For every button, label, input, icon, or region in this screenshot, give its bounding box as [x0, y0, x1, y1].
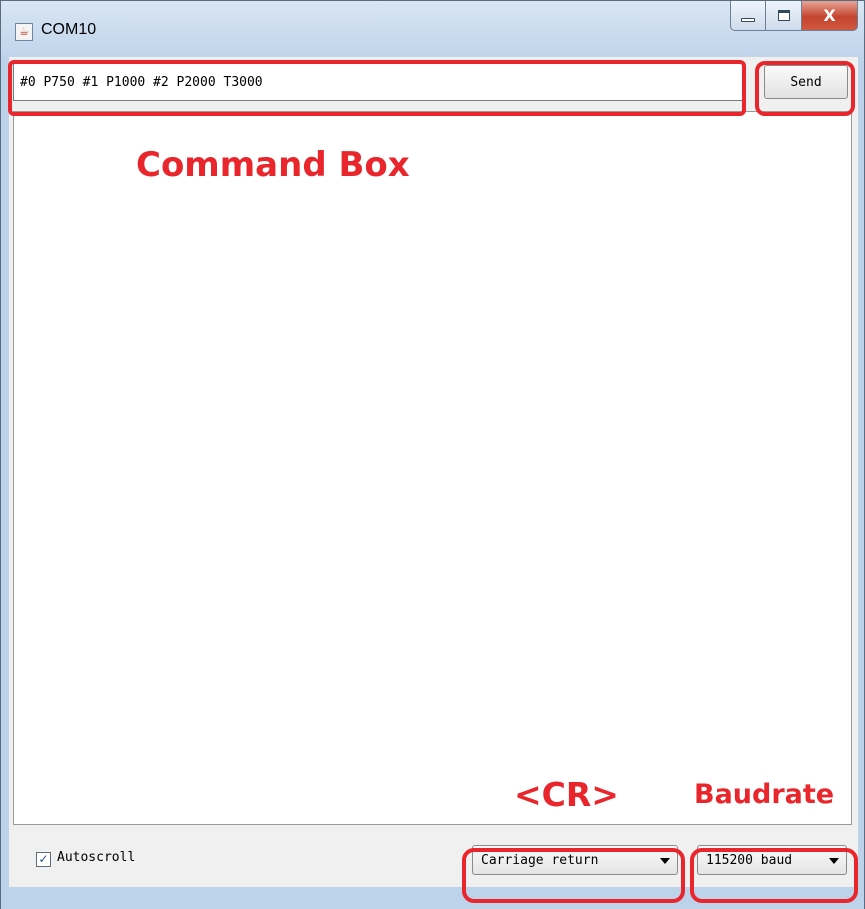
autoscroll-label[interactable]: Autoscroll: [57, 850, 135, 865]
line-ending-highlight: [462, 848, 685, 903]
minimize-button[interactable]: [730, 1, 766, 31]
baudrate-annotation: Baudrate: [694, 779, 835, 810]
send-button-highlight: [755, 61, 855, 116]
command-box-highlight: [8, 60, 746, 116]
serial-output-area[interactable]: [13, 111, 852, 825]
window-controls: X: [730, 1, 858, 31]
serial-monitor-window: ☕ COM10 X Send ✓ Autoscroll Carriage ret…: [0, 0, 865, 909]
command-box-annotation: Command Box: [136, 145, 410, 185]
minimize-icon: [741, 17, 755, 22]
autoscroll-checkbox[interactable]: ✓: [36, 852, 51, 867]
maximize-icon: [777, 10, 790, 21]
java-cup-icon: ☕: [15, 23, 33, 41]
carriage-return-annotation: <CR>: [514, 775, 619, 814]
close-icon: X: [823, 6, 836, 25]
baud-rate-highlight: [690, 848, 858, 903]
maximize-button[interactable]: [766, 1, 802, 31]
window-title: COM10: [41, 21, 97, 38]
title-bar[interactable]: ☕ COM10 X: [1, 1, 864, 57]
close-button[interactable]: X: [802, 1, 858, 31]
